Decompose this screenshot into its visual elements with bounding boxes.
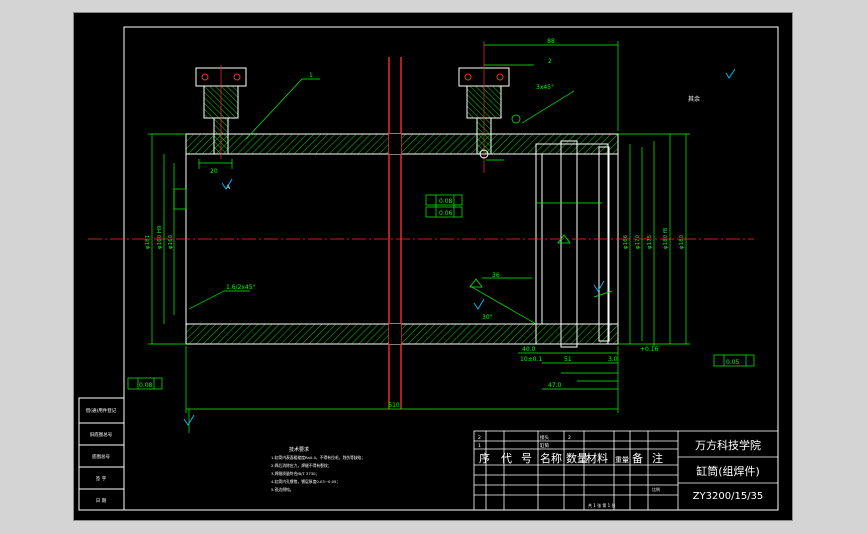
chamfer-label-2: 1.6/2x45° [226,284,256,291]
cad-viewport[interactable]: 借(通)用件登记 旧底图总号 底图总号 签 字 日 期 510 88 40.0 … [0,0,867,533]
svg-text:φ166: φ166 [623,234,629,249]
diameter-texts: φ181 φ160 H9 φ160 φ166 φ170 φ175 φ180 f8… [145,225,685,249]
header-cell: 数量 [566,452,588,465]
stamp-label: 借(通)用件登记 [86,407,117,414]
row-no: 2 [478,435,481,441]
dim-d4: 3.0 [608,356,618,363]
drawing-sheet[interactable]: 借(通)用件登记 旧底图总号 底图总号 签 字 日 期 510 88 40.0 … [73,12,793,521]
organization-name: 万方科技学院 [695,438,761,452]
dim-d1: 40.0 [522,346,536,353]
header-cell: 重量 [615,456,629,464]
left-stamp-box: 借(通)用件登记 旧底图总号 底图总号 签 字 日 期 [78,397,125,511]
gdt-right-value: 0.05 [726,359,740,366]
svg-text:φ160 H9: φ160 H9 [157,225,163,249]
header-cell: 注 [652,451,663,465]
svg-text:φ175: φ175 [647,234,653,249]
title-block-texts: 序 代 号 名称 数量 材料 重量 备 注 2 接头 2 1 缸筒 共 1 张 … [478,434,763,508]
header-cell: 材料 [586,451,608,465]
break-lines [388,57,402,409]
technical-requirements: 技术要求 1.缸筒内表面粗糙度Ra0.4，不得有拉毛，划伤等缺陷； 2.焊后消除… [271,446,365,492]
leader-label-2: 2 [548,58,552,65]
chamfer-label: 3x45° [536,84,554,91]
svg-text:φ160: φ160 [168,234,174,249]
dim-total-length: 510 [388,402,400,409]
tech-req-title: 技术要求 [289,446,309,453]
datum-box [173,188,187,210]
tech-req-line: 1.缸筒内表面粗糙度Ra0.4，不得有拉毛，划伤等缺陷； [271,455,365,460]
header-cell: 代 [501,452,512,465]
tech-req-line: 4.缸筒内孔镀铬，镀层厚度0.03~0.05； [271,479,340,484]
angle-label: 30° [482,314,493,321]
part-name: 缸筒(组焊件) [696,464,760,478]
header-cell: 名称 [540,451,562,465]
cad-drawing: 借(通)用件登记 旧底图总号 底图总号 签 字 日 期 510 88 40.0 … [78,26,779,511]
gdt-flatness-value: 0.08 [439,198,453,205]
drawing-number: ZY3200/15/35 [693,491,764,502]
svg-text:φ180: φ180 [679,234,685,249]
svg-text:φ170: φ170 [635,234,641,249]
dim-h: 36 [492,272,500,279]
sheet-label: 共 1 张 第 1 张 [588,502,615,508]
roughness-note: 其余 [688,95,700,103]
dim-small: 20 [210,168,218,175]
stamp-label: 签 字 [96,475,107,482]
cylinder-body [185,133,619,348]
stamp-label: 日 期 [96,498,107,504]
gdt-left-value: 0.08 [139,382,153,389]
header-cell: 备 [632,451,643,465]
header-cell: 序 [479,451,490,465]
row-name: 接头 [540,434,549,441]
tech-req-line: 3.焊缝质量符合JB/T 3730； [271,471,319,476]
dim-top-offset: 88 [547,38,555,45]
svg-text:φ181: φ181 [145,235,151,249]
tech-req-line: 2.焊后消除应力，焊缝不得有裂纹； [271,463,332,468]
tech-req-line: 5.锐边倒钝。 [271,487,294,492]
row-name: 缸筒 [540,442,549,449]
header-cell: 号 [521,452,532,465]
dim-d2: 10±0.1 [520,356,542,363]
dim-d3: 51 [564,356,572,363]
leader-label-1: 1 [309,72,313,79]
stamp-label: 底图总号 [92,453,110,460]
dim-d5: 47.0 [548,382,562,389]
dim-d6: +0.16 [640,346,659,353]
svg-text:φ180 f8: φ180 f8 [663,227,669,249]
scale-label: 比例 [652,486,660,492]
stamp-label: 旧底图总号 [90,431,113,438]
gdt-roundness-value: 0.06 [439,210,453,217]
row-qty: 2 [568,435,571,441]
row-no: 1 [478,443,481,449]
